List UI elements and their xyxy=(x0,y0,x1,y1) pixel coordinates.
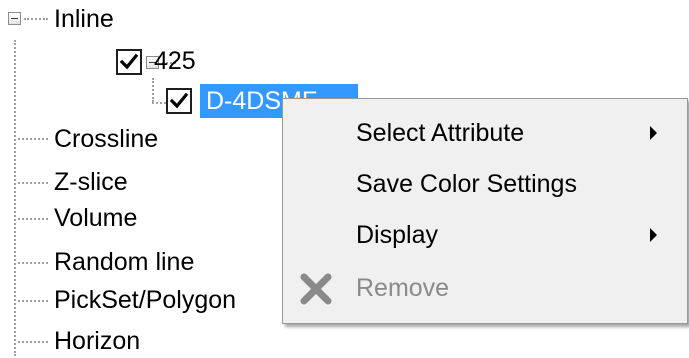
menu-item-label: Remove xyxy=(356,274,450,302)
checkmark-icon xyxy=(119,53,139,70)
tree-item-crossline[interactable]: Crossline xyxy=(54,124,158,154)
tree-item-horizon[interactable]: Horizon xyxy=(54,326,140,356)
tree-item-random-line[interactable]: Random line xyxy=(54,247,194,277)
tree-connector xyxy=(18,138,48,140)
tree-connector xyxy=(18,341,48,343)
menu-item-label: Select Attribute xyxy=(356,119,525,147)
tree-connector xyxy=(18,300,48,302)
menu-item-save-color-settings[interactable]: Save Color Settings xyxy=(283,159,687,209)
remove-x-icon xyxy=(300,273,332,305)
tree-item-425[interactable]: 425 xyxy=(154,46,196,76)
tree-connector xyxy=(24,18,48,20)
checkbox-d-4dsmf[interactable] xyxy=(166,88,192,114)
tree-connector xyxy=(18,262,48,264)
checkbox-425[interactable] xyxy=(116,49,142,75)
tree-connector xyxy=(152,102,166,104)
tree-connector xyxy=(18,182,48,184)
tree-item-pickset-polygon[interactable]: PickSet/Polygon xyxy=(54,285,236,315)
menu-item-select-attribute[interactable]: Select Attribute xyxy=(283,108,687,158)
tree-item-volume[interactable]: Volume xyxy=(54,203,137,233)
menu-item-display[interactable]: Display xyxy=(283,210,687,260)
tree-item-z-slice[interactable]: Z-slice xyxy=(54,167,128,197)
tree-connector xyxy=(152,78,154,102)
menu-item-label: Save Color Settings xyxy=(356,170,577,198)
tree-connector xyxy=(14,40,16,356)
tree-connector xyxy=(18,218,48,220)
menu-item-label: Display xyxy=(356,221,438,249)
collapse-toggle-inline[interactable] xyxy=(8,12,21,25)
context-menu: Select Attribute Save Color Settings Dis… xyxy=(282,98,688,324)
menu-item-remove[interactable]: Remove xyxy=(283,263,687,313)
submenu-arrow-icon xyxy=(650,126,657,140)
submenu-arrow-icon xyxy=(650,228,657,242)
checkmark-icon xyxy=(169,92,189,109)
tree-item-inline[interactable]: Inline xyxy=(54,4,114,34)
